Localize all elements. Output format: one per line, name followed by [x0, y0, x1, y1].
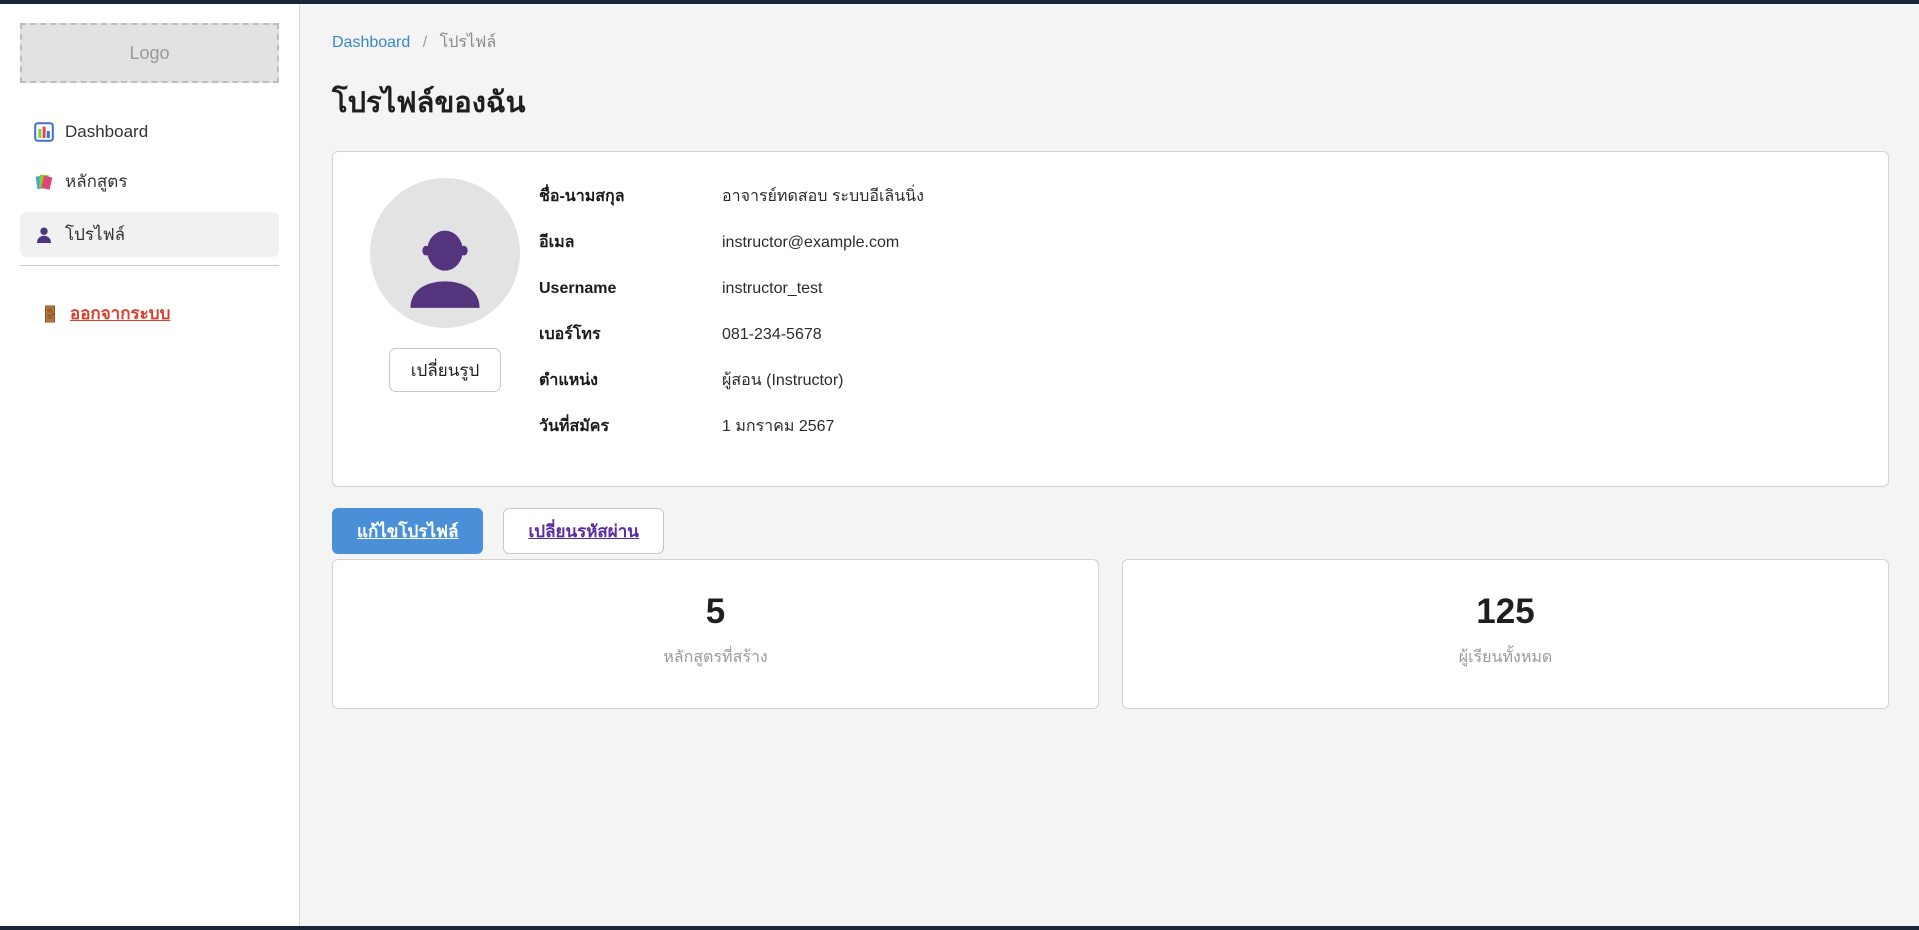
stats-row: 5 หลักสูตรที่สร้าง 125 ผู้เรียนทั้งหมด [332, 559, 1889, 709]
sidebar-item-courses[interactable]: หลักสูตร [20, 159, 279, 204]
profile-field-row: อีเมล instructor@example.com [539, 230, 924, 256]
profile-field-row: เบอร์โทร 081-234-5678 [539, 322, 924, 348]
field-value: อาจารย์ทดสอบ ระบบอีเลินนิ่ง [722, 184, 924, 210]
breadcrumb-dashboard-link[interactable]: Dashboard [332, 34, 410, 51]
stat-value: 5 [333, 592, 1098, 632]
sidebar: Logo Dashboard [0, 4, 300, 926]
avatar-column: เปลี่ยนรูป [359, 178, 531, 460]
logo-placeholder: Logo [20, 23, 279, 83]
change-photo-button[interactable]: เปลี่ยนรูป [389, 348, 501, 392]
profile-icon [34, 225, 54, 245]
logout-label: ออกจากระบบ [70, 300, 170, 327]
profile-field-row: Username instructor_test [539, 276, 924, 302]
main-content: Dashboard / โปรไฟล์ โปรไฟล์ของฉัน [300, 4, 1919, 926]
bottom-accent-bar [0, 926, 1919, 930]
profile-card: เปลี่ยนรูป ชื่อ-นามสกุล อาจารย์ทดสอบ ระบ… [332, 151, 1889, 487]
stat-label: หลักสูตรที่สร้าง [333, 645, 1098, 670]
sidebar-nav: Dashboard หลักสูตร [0, 113, 299, 257]
field-label: เบอร์โทร [539, 322, 722, 348]
sidebar-divider [20, 265, 279, 266]
field-label: ชื่อ-นามสกุล [539, 184, 722, 210]
app-window: Logo Dashboard [0, 4, 1919, 926]
profile-field-row: วันที่สมัคร 1 มกราคม 2567 [539, 414, 924, 440]
field-label: อีเมล [539, 230, 722, 256]
sidebar-item-label: Dashboard [65, 122, 148, 142]
sidebar-item-dashboard[interactable]: Dashboard [20, 113, 279, 151]
field-value: instructor@example.com [722, 230, 899, 256]
dashboard-icon [34, 122, 54, 142]
logo-text: Logo [129, 43, 169, 64]
breadcrumb-current: โปรไฟล์ [440, 34, 497, 51]
page-title: โปรไฟล์ของฉัน [332, 79, 1889, 125]
change-password-button[interactable]: เปลี่ยนรหัสผ่าน [503, 508, 663, 554]
field-label: Username [539, 276, 722, 302]
field-label: ตำแหน่ง [539, 368, 722, 394]
person-silhouette-icon [391, 215, 499, 328]
stat-card-courses-created: 5 หลักสูตรที่สร้าง [332, 559, 1099, 709]
profile-field-row: ชื่อ-นามสกุล อาจารย์ทดสอบ ระบบอีเลินนิ่ง [539, 184, 924, 210]
breadcrumb: Dashboard / โปรไฟล์ [332, 30, 1889, 55]
avatar [370, 178, 520, 328]
field-value: ผู้สอน (Instructor) [722, 368, 843, 394]
edit-profile-button[interactable]: แก้ไขโปรไฟล์ [332, 508, 483, 554]
logout-link[interactable]: ออกจากระบบ [40, 300, 170, 327]
sidebar-item-label: หลักสูตร [65, 168, 127, 195]
field-value: 1 มกราคม 2567 [722, 414, 834, 440]
profile-fields: ชื่อ-นามสกุล อาจารย์ทดสอบ ระบบอีเลินนิ่ง… [539, 178, 924, 460]
field-value: instructor_test [722, 276, 822, 302]
stat-card-total-learners: 125 ผู้เรียนทั้งหมด [1122, 559, 1889, 709]
stat-label: ผู้เรียนทั้งหมด [1123, 645, 1888, 670]
door-icon [40, 304, 60, 324]
stat-value: 125 [1123, 592, 1888, 632]
profile-field-row: ตำแหน่ง ผู้สอน (Instructor) [539, 368, 924, 394]
sidebar-item-profile[interactable]: โปรไฟล์ [20, 212, 279, 257]
courses-icon [34, 172, 54, 192]
field-label: วันที่สมัคร [539, 414, 722, 440]
breadcrumb-separator: / [423, 34, 427, 51]
profile-actions: แก้ไขโปรไฟล์ เปลี่ยนรหัสผ่าน [332, 508, 1889, 554]
field-value: 081-234-5678 [722, 322, 822, 348]
sidebar-item-label: โปรไฟล์ [65, 221, 125, 248]
